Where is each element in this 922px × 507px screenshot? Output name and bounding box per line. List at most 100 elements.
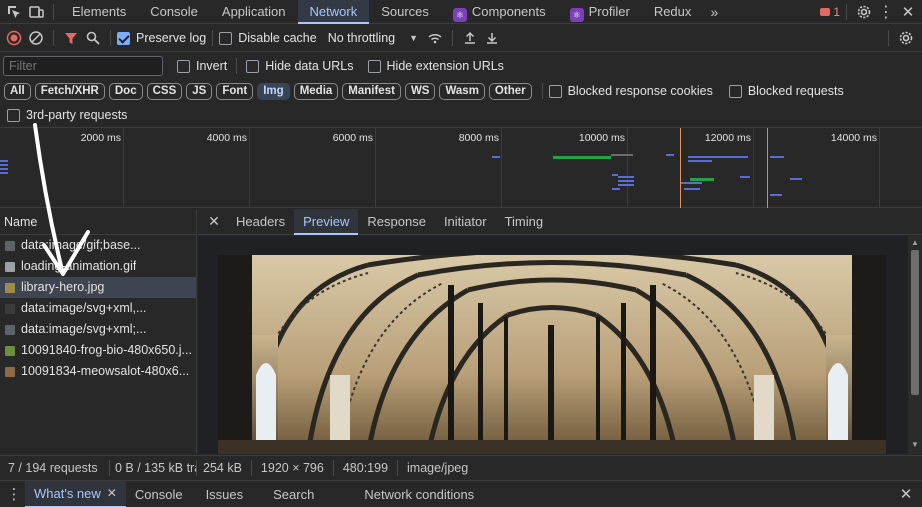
type-media[interactable]: Media bbox=[293, 82, 339, 100]
timeline-bar bbox=[612, 188, 620, 190]
tab-initiator[interactable]: Initiator bbox=[435, 209, 496, 235]
network-settings-gear-icon[interactable] bbox=[895, 27, 917, 49]
timeline-bar bbox=[688, 156, 748, 158]
divider bbox=[250, 459, 252, 476]
checkbox-unchecked[interactable] bbox=[548, 84, 562, 98]
request-row[interactable]: 10091834-meowsalot-480x6... bbox=[0, 361, 196, 382]
checkbox-unchecked[interactable] bbox=[219, 31, 233, 45]
filter-row: Invert Hide data URLs Hide extension URL… bbox=[0, 53, 922, 79]
checkbox-unchecked[interactable] bbox=[177, 59, 190, 73]
drawer-tabbar: ⋮ What's new ✕ Console Issues Search Net… bbox=[0, 480, 922, 507]
timeline-bar bbox=[666, 154, 674, 156]
request-name: data:image/svg+xml;... bbox=[21, 322, 147, 336]
tab-redux[interactable]: Redux bbox=[642, 0, 704, 24]
export-har-download-icon[interactable] bbox=[481, 27, 503, 49]
third-party-checkbox[interactable]: 3rd-party requests bbox=[7, 108, 127, 122]
more-tabs-icon[interactable]: » bbox=[703, 1, 725, 23]
image-file-icon bbox=[5, 240, 15, 251]
drawer-menu-kebab-icon[interactable]: ⋮ bbox=[3, 483, 25, 505]
divider bbox=[332, 459, 334, 476]
device-toolbar-icon[interactable] bbox=[25, 1, 47, 23]
tab-headers[interactable]: Headers bbox=[227, 209, 294, 235]
timeline-bar bbox=[492, 156, 500, 158]
preserve-log-checkbox[interactable]: Preserve log bbox=[117, 31, 206, 45]
invert-checkbox[interactable]: Invert bbox=[177, 59, 227, 73]
checkbox-unchecked[interactable] bbox=[728, 84, 742, 98]
tab-console[interactable]: Console bbox=[138, 0, 210, 24]
blocked-response-cookies-checkbox[interactable]: Blocked response cookies bbox=[548, 84, 713, 98]
type-wasm[interactable]: Wasm bbox=[439, 82, 485, 100]
request-row[interactable]: data:image/gif;base... bbox=[0, 235, 196, 256]
throttling-select[interactable]: No throttling ▼ bbox=[328, 31, 418, 45]
image-preview-area bbox=[198, 236, 908, 454]
type-ws[interactable]: WS bbox=[404, 82, 436, 100]
timeline-gridline bbox=[249, 128, 250, 208]
close-drawer-icon[interactable]: ✕ bbox=[895, 483, 917, 505]
close-details-icon[interactable]: ✕ bbox=[203, 211, 225, 233]
close-tab-icon[interactable]: ✕ bbox=[107, 480, 117, 507]
tab-application[interactable]: Application bbox=[210, 0, 298, 24]
disable-cache-checkbox[interactable]: Disable cache bbox=[219, 31, 317, 45]
clear-icon[interactable] bbox=[25, 27, 47, 49]
request-row[interactable]: data:image/svg+xml;... bbox=[0, 319, 196, 340]
timeline-tick-label: 2000 ms bbox=[80, 132, 121, 144]
preview-scrollbar[interactable]: ▲ ▼ bbox=[908, 236, 922, 454]
tab-elements[interactable]: Elements bbox=[60, 0, 138, 24]
drawer-tab-issues[interactable]: Issues bbox=[197, 481, 253, 507]
tab-profiler[interactable]: ⚛ Profiler bbox=[558, 0, 642, 24]
type-css[interactable]: CSS bbox=[146, 82, 183, 100]
inspect-element-icon[interactable] bbox=[3, 1, 25, 23]
hide-extension-urls-checkbox[interactable]: Hide extension URLs bbox=[367, 59, 504, 73]
name-column-header[interactable]: Name bbox=[0, 209, 196, 235]
scroll-down-icon[interactable]: ▼ bbox=[911, 440, 919, 449]
type-doc[interactable]: Doc bbox=[108, 82, 143, 100]
timeline-gridline bbox=[753, 128, 754, 208]
import-har-upload-icon[interactable] bbox=[459, 27, 481, 49]
type-manifest[interactable]: Manifest bbox=[342, 82, 401, 100]
error-badge[interactable]: 1 bbox=[820, 5, 840, 19]
hide-data-urls-checkbox[interactable]: Hide data URLs bbox=[246, 59, 354, 73]
drawer-tab-search[interactable]: Search bbox=[264, 481, 323, 507]
checkbox-unchecked[interactable] bbox=[7, 108, 20, 122]
search-icon[interactable] bbox=[82, 27, 104, 49]
tab-response[interactable]: Response bbox=[358, 209, 435, 235]
type-fetch-xhr[interactable]: Fetch/XHR bbox=[34, 82, 105, 100]
request-row[interactable]: loading-animation.gif bbox=[0, 256, 196, 277]
scrollbar-thumb[interactable] bbox=[911, 250, 919, 395]
network-overview-timeline[interactable]: 2000 ms 4000 ms 6000 ms 8000 ms 10000 ms… bbox=[0, 127, 922, 208]
hide-data-urls-label: Hide data URLs bbox=[265, 59, 354, 73]
request-name: 10091840-frog-bio-480x650.j... bbox=[21, 343, 192, 357]
type-img[interactable]: Img bbox=[257, 82, 290, 100]
drawer-tab-whats-new[interactable]: What's new ✕ bbox=[25, 480, 126, 507]
scroll-up-icon[interactable]: ▲ bbox=[911, 238, 919, 247]
tab-network[interactable]: Network bbox=[297, 0, 370, 24]
drawer-tab-network-conditions[interactable]: Network conditions bbox=[355, 481, 483, 507]
type-font[interactable]: Font bbox=[216, 82, 254, 100]
network-conditions-wifi-icon[interactable] bbox=[424, 27, 446, 49]
filter-funnel-icon[interactable] bbox=[60, 27, 82, 49]
request-row[interactable]: 10091840-frog-bio-480x650.j... bbox=[0, 340, 196, 361]
checkbox-unchecked[interactable] bbox=[246, 59, 260, 73]
timeline-tick-label: 8000 ms bbox=[458, 132, 499, 144]
checkbox-checked[interactable] bbox=[117, 31, 130, 45]
tab-timing[interactable]: Timing bbox=[496, 209, 553, 235]
divider bbox=[397, 459, 399, 476]
tab-sources[interactable]: Sources bbox=[369, 0, 441, 24]
drawer-tab-console[interactable]: Console bbox=[126, 481, 192, 507]
blocked-requests-checkbox[interactable]: Blocked requests bbox=[728, 84, 844, 98]
checkbox-unchecked[interactable] bbox=[367, 59, 381, 73]
type-all[interactable]: All bbox=[4, 82, 31, 100]
tab-components[interactable]: ⚛ Components bbox=[441, 0, 558, 24]
timeline-bar bbox=[740, 176, 750, 178]
close-icon[interactable]: ✕ bbox=[897, 1, 919, 23]
type-other[interactable]: Other bbox=[488, 82, 532, 100]
kebab-menu-icon[interactable]: ⋮ bbox=[875, 1, 897, 23]
tab-preview[interactable]: Preview bbox=[294, 208, 359, 235]
invert-label: Invert bbox=[196, 59, 228, 73]
type-js[interactable]: JS bbox=[186, 82, 213, 100]
filter-input[interactable] bbox=[3, 56, 163, 76]
settings-gear-icon[interactable] bbox=[853, 1, 875, 23]
record-stop-icon[interactable] bbox=[3, 27, 25, 49]
request-row[interactable]: library-hero.jpg bbox=[0, 277, 196, 298]
request-row[interactable]: data:image/svg+xml,... bbox=[0, 298, 196, 319]
